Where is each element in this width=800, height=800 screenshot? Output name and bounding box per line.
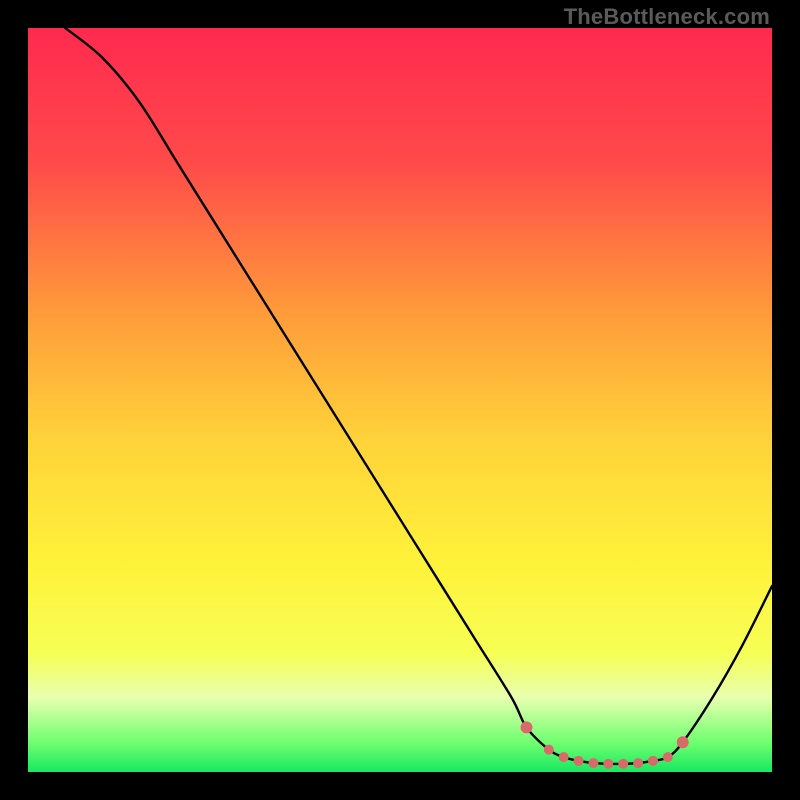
marker-dot: [520, 721, 532, 733]
plot-area: [28, 28, 772, 772]
curve-layer: [28, 28, 772, 772]
marker-dot: [648, 756, 658, 766]
optimal-range-dots: [520, 721, 688, 768]
marker-dot: [574, 756, 584, 766]
marker-dot: [663, 752, 673, 762]
marker-dot: [559, 752, 569, 762]
chart-frame: TheBottleneck.com: [0, 0, 800, 800]
marker-dot: [677, 736, 689, 748]
watermark-text: TheBottleneck.com: [564, 4, 770, 30]
marker-dot: [603, 759, 613, 769]
marker-dot: [633, 758, 643, 768]
marker-dot: [544, 745, 554, 755]
bottleneck-curve: [65, 28, 772, 764]
marker-dot: [588, 758, 598, 768]
marker-dot: [618, 759, 628, 769]
